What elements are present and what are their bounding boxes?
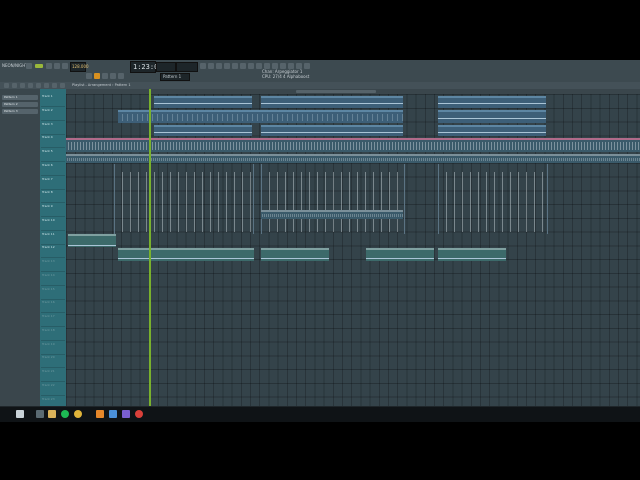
- stop-button[interactable]: [54, 63, 60, 69]
- song-name: NEON/NIGHT: [2, 63, 28, 68]
- waveform-monitor: [176, 62, 198, 72]
- track-header[interactable]: Track 15: [41, 287, 65, 300]
- audio-clip[interactable]: [66, 154, 640, 163]
- drum-pattern-region[interactable]: [261, 164, 405, 234]
- brush-icon[interactable]: [28, 83, 33, 88]
- chrome-icon[interactable]: [74, 410, 82, 418]
- picker-panel: Pattern 1 Pattern 2 Pattern 3: [0, 89, 41, 410]
- eraser-icon[interactable]: [36, 83, 41, 88]
- draw-tool-icon[interactable]: [94, 73, 100, 79]
- pattern-clip[interactable]: [438, 125, 546, 136]
- fl-studio-window: NEON/NIGHT 128.000 1:23:0 Pattern 1 Chan…: [0, 60, 640, 420]
- mute-tool-icon[interactable]: [118, 73, 124, 79]
- record-button[interactable]: [62, 63, 68, 69]
- pattern-song-toggle[interactable]: [35, 64, 43, 68]
- arrow-icon[interactable]: [4, 83, 9, 88]
- automation-clip[interactable]: [366, 248, 434, 261]
- track-headers: Track 1 Track 2 Track 3 Track 4 Track 5 Track…: [40, 89, 66, 410]
- pattern-clip[interactable]: [261, 96, 403, 108]
- search-icon[interactable]: [36, 410, 44, 418]
- track-header[interactable]: Track 14: [41, 273, 65, 286]
- playhead[interactable]: [149, 89, 151, 410]
- track-header[interactable]: Track 17: [41, 314, 65, 327]
- playlist-grid[interactable]: [66, 94, 640, 410]
- windows-taskbar: [0, 406, 640, 422]
- automation-clip[interactable]: [261, 248, 329, 261]
- explorer-icon[interactable]: [109, 410, 117, 418]
- scissors-icon[interactable]: [44, 83, 49, 88]
- pattern-selector[interactable]: Pattern 1: [160, 73, 190, 81]
- play-button[interactable]: [46, 63, 52, 69]
- pattern-item[interactable]: Pattern 1: [2, 95, 38, 100]
- track-header[interactable]: Track 16: [41, 300, 65, 314]
- pencil-icon[interactable]: [20, 83, 25, 88]
- track-header[interactable]: Track 10: [41, 218, 65, 231]
- track-header[interactable]: Track 13: [41, 259, 65, 272]
- track-header[interactable]: Track 3: [41, 122, 65, 135]
- pattern-clip[interactable]: [438, 96, 546, 108]
- magnet-icon[interactable]: [12, 83, 17, 88]
- pattern-clip[interactable]: [154, 125, 252, 136]
- track-header[interactable]: Track 18: [41, 328, 65, 341]
- snap-icon[interactable]: [86, 73, 92, 79]
- track-header[interactable]: Track 6: [41, 163, 65, 176]
- store-icon[interactable]: [122, 410, 130, 418]
- track-header[interactable]: Track 21: [41, 369, 65, 382]
- pattern-clip[interactable]: [154, 96, 252, 108]
- automation-clip[interactable]: [118, 248, 254, 261]
- browser-icon[interactable]: [304, 63, 310, 69]
- time-display: 1:23:0: [130, 61, 158, 73]
- select-tool-icon[interactable]: [52, 83, 57, 88]
- paint-icon[interactable]: [216, 63, 222, 69]
- slip-icon[interactable]: [240, 63, 246, 69]
- track-header[interactable]: Track 22: [41, 383, 65, 396]
- menu-icon[interactable]: [26, 63, 32, 69]
- drum-pattern-region[interactable]: [114, 164, 254, 234]
- cpu-meter: [156, 62, 176, 72]
- track-header[interactable]: Track 9: [41, 204, 65, 217]
- delete-tool-icon[interactable]: [110, 73, 116, 79]
- pattern-item[interactable]: Pattern 2: [2, 102, 38, 107]
- drum-pattern-region[interactable]: [438, 164, 548, 234]
- timeline-scrollbar[interactable]: [296, 90, 376, 93]
- delete-icon[interactable]: [224, 63, 230, 69]
- pattern-clip[interactable]: [438, 110, 546, 123]
- slice-icon[interactable]: [248, 63, 254, 69]
- track-header[interactable]: Track 19: [41, 342, 65, 355]
- pattern-clip[interactable]: [118, 110, 403, 123]
- zoom-tool-icon[interactable]: [60, 83, 65, 88]
- opera-icon[interactable]: [135, 410, 143, 418]
- mute-icon[interactable]: [232, 63, 238, 69]
- fl-studio-icon[interactable]: [96, 410, 104, 418]
- pattern-item[interactable]: Pattern 3: [2, 109, 38, 114]
- track-header[interactable]: Track 4: [41, 135, 65, 149]
- spotify-icon[interactable]: [61, 410, 69, 418]
- track-header[interactable]: Track 11: [41, 232, 65, 245]
- track-header[interactable]: Track 1: [41, 94, 65, 107]
- pattern-clip[interactable]: [261, 125, 403, 136]
- automation-clip[interactable]: [438, 248, 506, 261]
- paint-tool-icon[interactable]: [102, 73, 108, 79]
- slide-icon[interactable]: [208, 63, 214, 69]
- track-header[interactable]: Track 7: [41, 177, 65, 190]
- step-icon[interactable]: [200, 63, 206, 69]
- playlist-title: Playlist - Arrangement › Pattern 1: [72, 83, 131, 87]
- track-header[interactable]: Track 2: [41, 108, 65, 121]
- audio-clip[interactable]: [66, 138, 640, 152]
- track-header[interactable]: Track 12: [41, 245, 65, 259]
- automation-clip[interactable]: [68, 234, 116, 247]
- main-toolbar: NEON/NIGHT 128.000 1:23:0 Pattern 1 Chan…: [0, 60, 640, 83]
- track-header[interactable]: Track 20: [41, 355, 65, 369]
- track-header[interactable]: Track 8: [41, 190, 65, 204]
- start-icon[interactable]: [16, 410, 24, 418]
- tempo-display[interactable]: 128.000: [70, 62, 89, 72]
- hint-line-2: CPU: 27/4 4 Alphaboost: [262, 74, 310, 79]
- track-header[interactable]: Track 5: [41, 149, 65, 162]
- folder-icon[interactable]: [48, 410, 56, 418]
- audio-clip[interactable]: [261, 210, 403, 219]
